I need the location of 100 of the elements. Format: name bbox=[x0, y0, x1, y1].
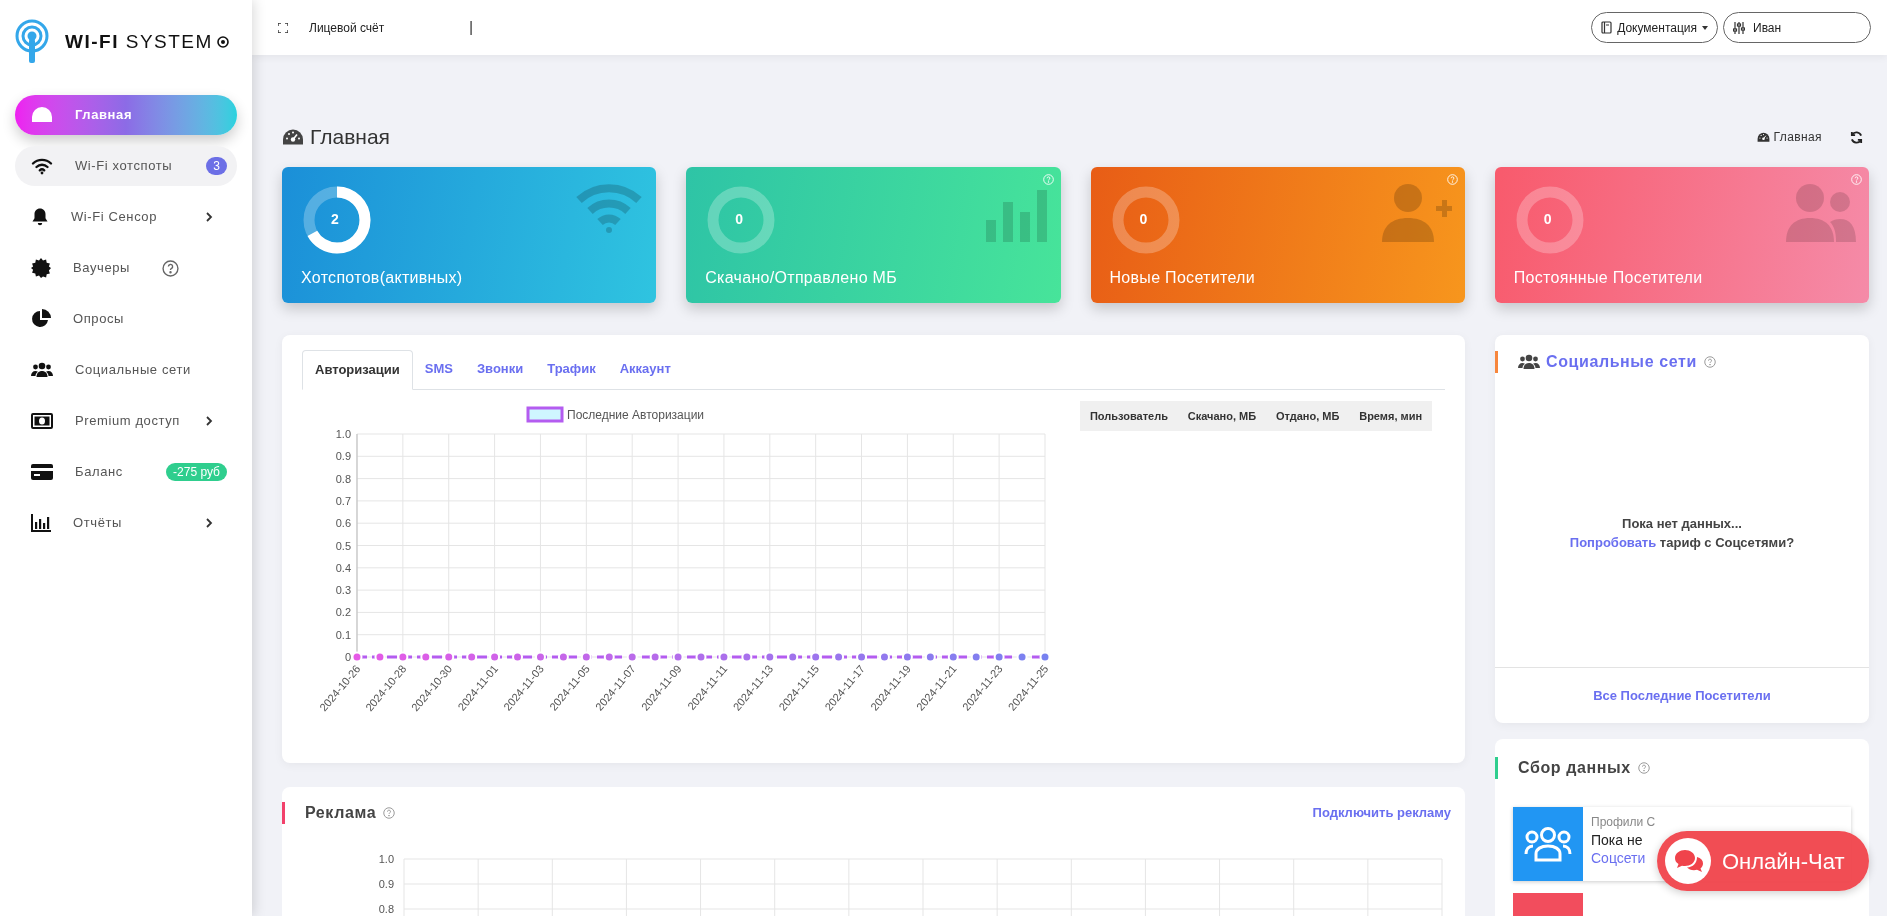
tab[interactable]: SMS bbox=[412, 349, 465, 389]
tab[interactable]: Авторизации bbox=[302, 350, 413, 390]
sidebar-item[interactable]: Опросы bbox=[15, 299, 237, 339]
chat-icon bbox=[1663, 836, 1713, 886]
data-point bbox=[878, 651, 890, 663]
axis-label: 0.6 bbox=[335, 517, 351, 530]
breadcrumb-link[interactable]: Главная bbox=[1773, 128, 1822, 146]
sliders-icon bbox=[1733, 21, 1745, 34]
help-icon[interactable] bbox=[1637, 762, 1650, 774]
sidebar-item[interactable]: Отчёты bbox=[15, 503, 237, 543]
section-title: Реклама bbox=[305, 803, 377, 823]
users-icon bbox=[1524, 826, 1572, 862]
data-point bbox=[672, 651, 684, 663]
data-point bbox=[534, 651, 546, 663]
help-icon[interactable] bbox=[383, 807, 396, 819]
data-point bbox=[1016, 651, 1028, 663]
data-point bbox=[741, 651, 753, 663]
column-header: Скачано, МБ bbox=[1187, 408, 1257, 424]
axis-label: 0.4 bbox=[335, 561, 351, 574]
sidebar-item[interactable]: Wi-Fi Сенсор bbox=[15, 197, 237, 237]
data-point bbox=[420, 651, 432, 663]
tariff-message: Попробовать тариф с Соцсетями? bbox=[1569, 534, 1795, 552]
data-point bbox=[1039, 651, 1051, 663]
data-point bbox=[603, 651, 615, 663]
stat-label: Новые Посетители bbox=[1109, 268, 1256, 288]
data-point bbox=[695, 651, 707, 663]
data-point bbox=[374, 651, 386, 663]
sidebar-item[interactable]: Ваучеры bbox=[15, 248, 237, 288]
data-point bbox=[580, 651, 592, 663]
connect-ads-link[interactable]: Подключить рекламу bbox=[1312, 803, 1451, 823]
sidebar-item[interactable]: Главная bbox=[15, 95, 237, 135]
legend-label: Последние Авторизации bbox=[567, 408, 705, 422]
data-point bbox=[489, 651, 501, 663]
bell-icon bbox=[31, 207, 49, 227]
data-point bbox=[397, 651, 409, 663]
axis-label: 0 bbox=[344, 651, 351, 663]
users-icon bbox=[1518, 354, 1540, 370]
data-point bbox=[764, 651, 776, 663]
data-point bbox=[649, 651, 661, 663]
banknote-icon bbox=[31, 413, 53, 429]
try-link[interactable]: Попробовать bbox=[1569, 535, 1657, 550]
credit-card-icon bbox=[31, 464, 53, 480]
sidebar-item[interactable]: Premium доступ bbox=[15, 401, 237, 441]
chevron-icon bbox=[205, 416, 213, 426]
breadcrumb-gauge-icon bbox=[1756, 131, 1770, 143]
socials-link[interactable]: Соцсети bbox=[1591, 849, 1646, 867]
section-title: Сбор данных bbox=[1518, 758, 1631, 778]
tab[interactable]: Аккаунт bbox=[607, 349, 683, 389]
axis-label: 0.8 bbox=[335, 472, 351, 485]
axis-label: 0.5 bbox=[335, 539, 351, 552]
data-point bbox=[626, 651, 638, 663]
page-title: Главная bbox=[310, 124, 390, 151]
data-point bbox=[901, 651, 913, 663]
sidebar-item[interactable]: Баланс -275 руб bbox=[15, 452, 237, 492]
seal-icon bbox=[31, 258, 51, 278]
data-point bbox=[993, 651, 1005, 663]
data-point bbox=[810, 651, 822, 663]
stat-label: Постоянные Посетители bbox=[1513, 268, 1704, 288]
caret-icon bbox=[1702, 25, 1708, 30]
data-point bbox=[466, 651, 478, 663]
data-point bbox=[718, 651, 730, 663]
sidebar-item[interactable]: Социальные сети bbox=[15, 350, 237, 390]
data-point bbox=[947, 651, 959, 663]
users-icon bbox=[31, 362, 53, 378]
count-badge: 3 bbox=[206, 157, 227, 175]
stat-label: Скачано/Отправлено МБ bbox=[705, 268, 899, 288]
refresh-icon[interactable] bbox=[1850, 130, 1863, 144]
help-icon[interactable] bbox=[162, 259, 180, 277]
axis-label: 1.0 bbox=[378, 853, 394, 865]
book-icon bbox=[1601, 21, 1613, 34]
online-chat-button[interactable]: Онлайн-Чат bbox=[1657, 831, 1869, 891]
axis-label: 0.8 bbox=[378, 903, 394, 915]
count-badge: -275 руб bbox=[166, 463, 227, 481]
pie-chart-icon bbox=[31, 309, 51, 329]
wifi-icon bbox=[31, 157, 53, 175]
stat-value: 0 bbox=[1139, 210, 1148, 228]
axis-label: 0.9 bbox=[335, 450, 351, 463]
fullscreen-icon[interactable] bbox=[278, 22, 288, 33]
stat-value: 0 bbox=[735, 210, 744, 228]
tab[interactable]: Трафик bbox=[535, 349, 608, 389]
tab[interactable]: Звонки bbox=[464, 349, 536, 389]
data-point bbox=[443, 651, 455, 663]
data-point bbox=[351, 651, 363, 663]
column-header: Время, мин bbox=[1359, 408, 1423, 424]
bar-chart-icon bbox=[31, 514, 51, 532]
tile-caption: Профили С bbox=[1591, 814, 1656, 831]
column-header: Отдано, МБ bbox=[1275, 408, 1340, 424]
data-point bbox=[512, 651, 524, 663]
data-point bbox=[833, 651, 845, 663]
tile-text: Пока не bbox=[1591, 831, 1643, 849]
data-point bbox=[970, 651, 982, 663]
axis-label: 0.7 bbox=[335, 494, 351, 507]
all-visitors-link[interactable]: Все Последние Посетители bbox=[1593, 685, 1771, 706]
logo-icon bbox=[15, 19, 49, 65]
axis-label: 0.2 bbox=[335, 606, 351, 619]
target-icon[interactable] bbox=[217, 36, 229, 48]
help-icon[interactable] bbox=[1703, 356, 1716, 368]
data-point bbox=[557, 651, 569, 663]
sidebar-item[interactable]: Wi-Fi хотспоты 3 bbox=[15, 146, 237, 186]
column-header: Пользователь bbox=[1089, 408, 1168, 424]
